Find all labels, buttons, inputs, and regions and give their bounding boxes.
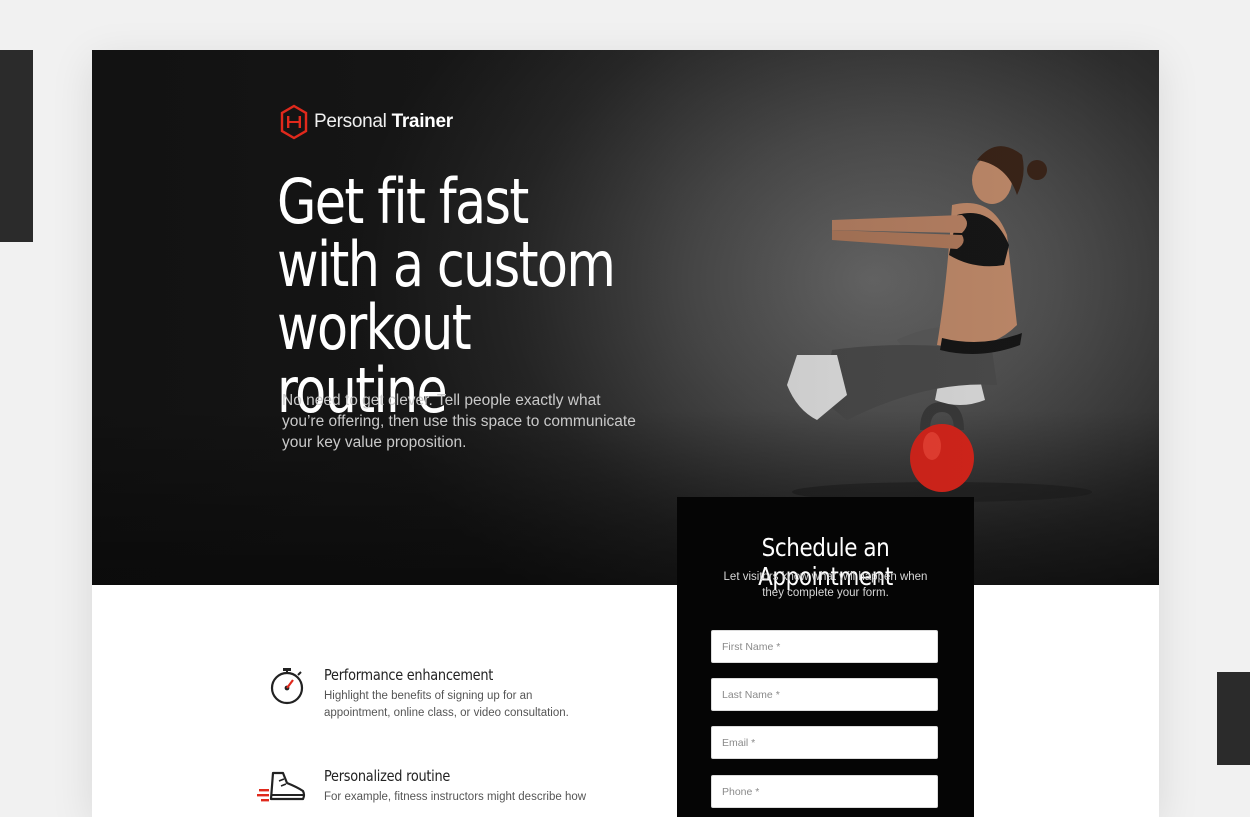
feature-personalized: Personalized routine For example, fitnes…: [257, 767, 597, 817]
hero-subtext: No need to get clever. Tell people exact…: [282, 392, 636, 451]
email-field[interactable]: [711, 726, 938, 759]
hero-section: Personal Trainer Get fit fast with a cus…: [92, 50, 1159, 585]
hero-headline: Get fit fast with a custom workout routi…: [277, 165, 616, 427]
phone-field[interactable]: [711, 775, 938, 808]
brand-name: Personal Trainer: [314, 111, 453, 133]
sneaker-icon: [257, 771, 306, 802]
stopwatch-icon: [270, 668, 304, 705]
brand-name-bold: Trainer: [391, 111, 454, 132]
first-name-field[interactable]: [711, 630, 938, 663]
last-name-field[interactable]: [711, 678, 938, 711]
background-panel-left: [0, 50, 33, 242]
feature-description: Highlight the benefits of signing up for…: [324, 690, 569, 719]
appointment-form-card: Schedule an Appointment Let visitors kno…: [677, 497, 974, 817]
landing-page: Personal Trainer Get fit fast with a cus…: [92, 50, 1159, 817]
background-panel-right: [1217, 672, 1250, 765]
brand-logo[interactable]: Personal Trainer: [280, 104, 453, 140]
feature-title: Performance enhancement: [324, 666, 494, 684]
brand-name-light: Personal: [314, 111, 387, 132]
hexagon-logo-icon: [280, 104, 308, 140]
feature-description: For example, fitness instructors might d…: [324, 791, 587, 803]
feature-title: Personalized routine: [324, 767, 451, 785]
feature-performance: Performance enhancement Highlight the be…: [267, 666, 597, 746]
form-description: Let visitors know what will happen when …: [723, 571, 928, 599]
